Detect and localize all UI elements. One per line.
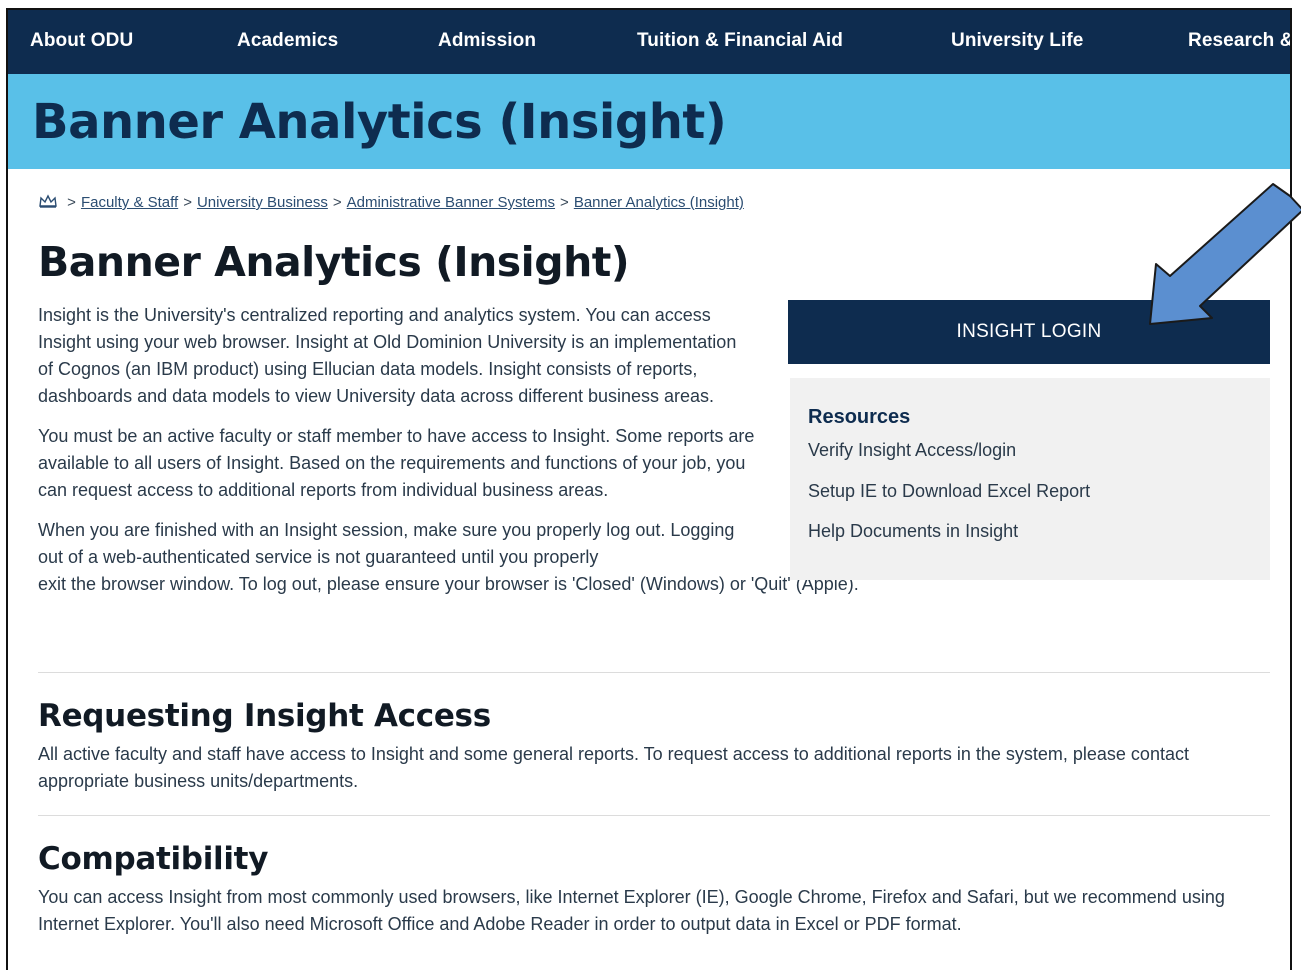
intro-text: Insight is the University's centralized … [38,302,859,611]
nav-item-tuition-financial-aid[interactable]: Tuition & Financial Aid [637,30,843,52]
resource-link-setup-ie[interactable]: Setup IE to Download Excel Report [808,481,1090,502]
pointer-arrow-icon [1149,183,1301,325]
banner-title: Banner Analytics (Insight) [32,94,727,150]
crown-home-icon[interactable] [38,194,58,208]
breadcrumb-link-faculty-staff[interactable]: Faculty & Staff [81,194,178,211]
section-divider [38,672,1270,673]
logout-text-part-1: When you are finished with an Insight se… [38,520,735,567]
breadcrumb: > Faculty & Staff > University Business > Adm… [38,194,744,211]
section-body-requesting-access: All active faculty and staff have access… [38,744,1189,791]
nav-item-academics[interactable]: Academics [237,30,338,52]
resources-panel: Resources Verify Insight Access/login Se… [790,378,1270,580]
section-heading-compatibility: Compatibility [38,841,269,877]
breadcrumb-link-administrative-banner-systems[interactable]: Administrative Banner Systems [347,194,555,211]
breadcrumb-separator: > [67,194,76,211]
top-navigation: About ODU Academics Admission Tuition & … [8,10,1290,74]
nav-item-university-life[interactable]: University Life [951,30,1083,52]
intro-paragraph: Insight is the University's centralized … [38,305,737,406]
page-title: Banner Analytics (Insight) [38,238,630,286]
section-body-compatibility: You can access Insight from most commonl… [38,887,1225,934]
section-divider [38,815,1270,816]
section-heading-requesting-access: Requesting Insight Access [38,698,491,734]
nav-item-about-odu[interactable]: About ODU [30,30,133,52]
resource-link-verify-access[interactable]: Verify Insight Access/login [808,440,1016,461]
breadcrumb-separator: > [560,194,569,211]
page-banner: Banner Analytics (Insight) [8,74,1290,169]
breadcrumb-separator: > [332,194,342,211]
nav-item-research[interactable]: Research & [1188,30,1290,52]
breadcrumb-link-banner-analytics[interactable]: Banner Analytics (Insight) [574,194,744,211]
intro-paragraph: You must be an active faculty or staff m… [38,426,755,500]
resources-title: Resources [808,406,911,428]
browser-page: About ODU Academics Admission Tuition & … [6,8,1292,970]
breadcrumb-link-university-business[interactable]: University Business [197,194,328,211]
resource-link-help-documents[interactable]: Help Documents in Insight [808,521,1018,542]
breadcrumb-separator: > [183,194,192,211]
nav-item-admission[interactable]: Admission [438,30,536,52]
